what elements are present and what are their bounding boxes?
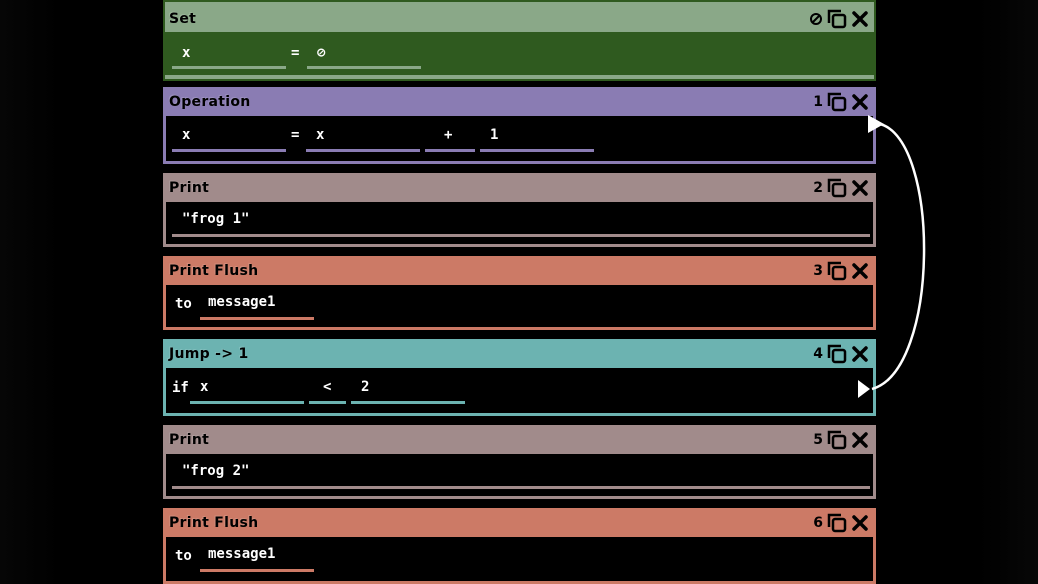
- equals-operator: =: [291, 45, 300, 61]
- copy-icon[interactable]: [827, 344, 847, 364]
- copy-icon[interactable]: [827, 92, 847, 112]
- jump-connector-curve: [871, 122, 926, 391]
- block-index: 6: [813, 515, 823, 531]
- text-field[interactable]: "frog 2": [172, 460, 870, 489]
- close-icon[interactable]: [850, 92, 870, 112]
- block-title: Set: [169, 11, 197, 27]
- if-keyword: if: [172, 380, 189, 396]
- block-title: Print: [169, 432, 210, 448]
- block-tools: 5: [813, 430, 870, 450]
- block-body: "frog 2": [166, 454, 873, 496]
- close-icon[interactable]: [850, 344, 870, 364]
- block-title: Print Flush: [169, 263, 259, 279]
- to-keyword: to: [175, 296, 192, 312]
- block-tools: 2: [813, 178, 870, 198]
- close-icon[interactable]: [850, 178, 870, 198]
- operator-field[interactable]: +: [425, 124, 475, 152]
- copy-icon[interactable]: [827, 513, 847, 533]
- variable-field[interactable]: x: [172, 42, 286, 69]
- block-header[interactable]: Print 5: [163, 425, 876, 454]
- operand-b-field[interactable]: 1: [480, 124, 594, 152]
- block-title: Print Flush: [169, 515, 259, 531]
- block-index: 4: [813, 346, 823, 362]
- right-margin: [978, 0, 1038, 584]
- close-icon[interactable]: [850, 430, 870, 450]
- block-index: 2: [813, 180, 823, 196]
- operand-a-field[interactable]: x: [306, 124, 420, 152]
- block-body: x = ⊘: [165, 32, 874, 75]
- result-field[interactable]: x: [172, 124, 286, 152]
- copy-icon[interactable]: [827, 430, 847, 450]
- block-body: x = x + 1: [166, 116, 873, 161]
- value-field[interactable]: ⊘: [307, 42, 421, 69]
- block-tools: 6: [813, 513, 870, 533]
- block-header[interactable]: Print 2: [163, 173, 876, 202]
- print-block[interactable]: Print 5 "frog 2": [163, 425, 876, 499]
- print-flush-block[interactable]: Print Flush 6 to message1: [163, 508, 876, 584]
- block-tools: 3: [813, 261, 870, 281]
- block-tools: 1: [813, 92, 870, 112]
- jump-block[interactable]: Jump -> 1 4 if x < 2: [163, 339, 876, 416]
- block-header[interactable]: Operation 1: [163, 87, 876, 116]
- block-index: 3: [813, 263, 823, 279]
- block-title: Operation: [169, 94, 251, 110]
- left-operand-field[interactable]: x: [190, 376, 304, 404]
- target-field[interactable]: message1: [200, 543, 314, 572]
- to-keyword: to: [175, 548, 192, 564]
- block-index: 1: [813, 94, 823, 110]
- copy-icon[interactable]: [827, 9, 847, 29]
- block-tools: [808, 9, 870, 29]
- block-index: 5: [813, 432, 823, 448]
- close-icon[interactable]: [850, 261, 870, 281]
- block-title: Print: [169, 180, 210, 196]
- block-header[interactable]: Print Flush 6: [163, 508, 876, 537]
- close-icon[interactable]: [850, 513, 870, 533]
- block-header[interactable]: Jump -> 1 4: [163, 339, 876, 368]
- null-icon: [808, 11, 824, 27]
- copy-icon[interactable]: [827, 261, 847, 281]
- block-body: if x < 2: [166, 368, 873, 413]
- block-body: "frog 1": [166, 202, 873, 244]
- block-body: to message1: [166, 537, 873, 581]
- right-operand-field[interactable]: 2: [351, 376, 465, 404]
- set-block[interactable]: Set x = ⊘: [163, 0, 876, 81]
- print-flush-block[interactable]: Print Flush 3 to message1: [163, 256, 876, 330]
- comparison-field[interactable]: <: [309, 376, 346, 404]
- target-field[interactable]: message1: [200, 291, 314, 320]
- close-icon[interactable]: [850, 9, 870, 29]
- block-body: to message1: [166, 285, 873, 327]
- block-header[interactable]: Print Flush 3: [163, 256, 876, 285]
- left-margin: [0, 0, 60, 584]
- block-header[interactable]: Set: [165, 2, 874, 32]
- equals-operator: =: [291, 127, 300, 143]
- print-block[interactable]: Print 2 "frog 1": [163, 173, 876, 247]
- block-tools: 4: [813, 344, 870, 364]
- copy-icon[interactable]: [827, 178, 847, 198]
- block-title: Jump -> 1: [169, 346, 249, 362]
- operation-block[interactable]: Operation 1 x = x + 1: [163, 87, 876, 164]
- text-field[interactable]: "frog 1": [172, 208, 870, 237]
